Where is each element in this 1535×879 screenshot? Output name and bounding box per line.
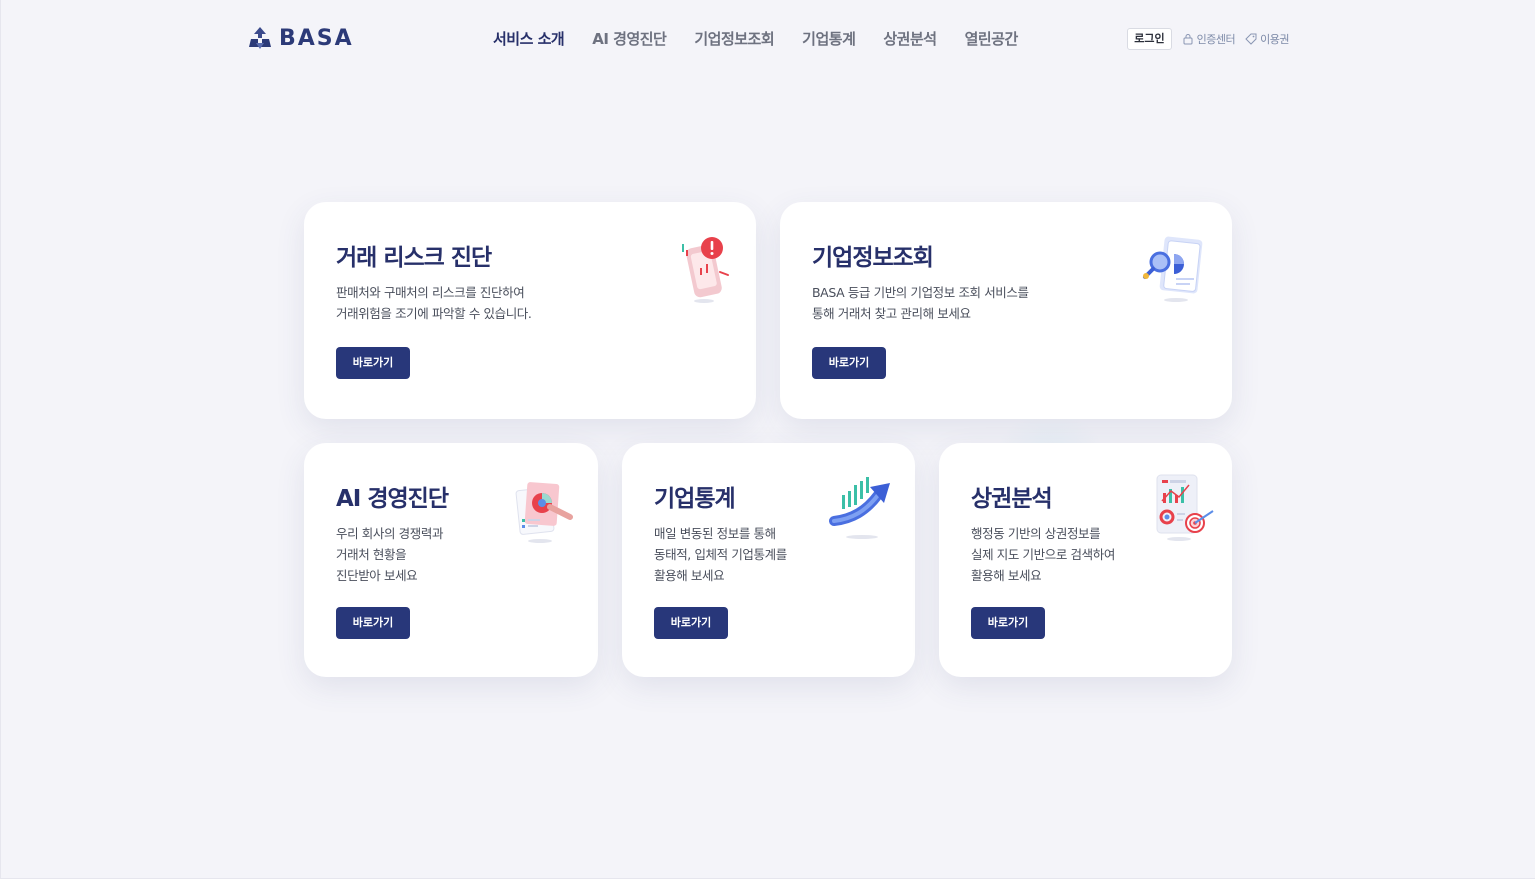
logo-text: BASA (279, 25, 354, 51)
top-header: BASA 서비스 소개 AI 경영진단 기업정보조회 기업통계 상권분석 열린공… (0, 0, 1535, 78)
desc-line: 매일 변동된 정보를 통해 (654, 526, 776, 541)
go-button[interactable]: 바로가기 (971, 607, 1045, 639)
report-chart-icon (515, 482, 573, 543)
nav-company-stats[interactable]: 기업통계 (802, 28, 856, 49)
card-description: 우리 회사의 경쟁력과 거래처 현황을 진단받아 보세요 (336, 523, 443, 586)
nav-service-intro[interactable]: 서비스 소개 (493, 28, 565, 49)
desc-line: 동태적, 입체적 기업통계를 (654, 547, 787, 562)
desc-line: 활용해 보세요 (654, 568, 725, 583)
card-trade-risk: 거래 리스크 진단 판매처와 구매처의 리스크를 진단하여 거래위험을 조기에 … (304, 202, 756, 419)
main-nav: 서비스 소개 AI 경영진단 기업정보조회 기업통계 상권분석 열린공간 (493, 28, 1018, 49)
document-search-icon (1143, 236, 1203, 302)
basa-logo-icon (249, 27, 271, 49)
card-market-analysis: 상권분석 행정동 기반의 상권정보를 실제 지도 기반으로 검색하여 활용해 보… (939, 443, 1232, 677)
nav-ai-diagnosis[interactable]: AI 경영진단 (592, 28, 667, 49)
voucher-link[interactable]: 이용권 (1245, 31, 1289, 47)
card-title: 거래 리스크 진단 (336, 245, 492, 271)
risk-alert-phone-icon (682, 237, 729, 303)
desc-line: 실제 지도 기반으로 검색하여 (971, 547, 1115, 562)
go-button[interactable]: 바로가기 (654, 607, 728, 639)
nav-open-space[interactable]: 열린공간 (965, 28, 1019, 49)
nav-company-info[interactable]: 기업정보조회 (694, 28, 774, 49)
card-description: 매일 변동된 정보를 통해 동태적, 입체적 기업통계를 활용해 보세요 (654, 523, 787, 586)
desc-line: 우리 회사의 경쟁력과 (336, 526, 444, 541)
card-title: 기업통계 (654, 486, 736, 512)
go-button[interactable]: 바로가기 (812, 347, 886, 379)
utility-links: 로그인 인증센터 이용권 (1127, 28, 1289, 50)
target-dashboard-icon (1156, 474, 1214, 541)
desc-line: 거래위험을 조기에 파악할 수 있습니다. (336, 306, 532, 321)
login-button[interactable]: 로그인 (1127, 28, 1172, 50)
desc-line: 거래처 현황을 (336, 547, 407, 562)
card-company-info: 기업정보조회 BASA 등급 기반의 기업정보 조회 서비스를 통해 거래처 찾… (780, 202, 1232, 419)
desc-line: 통해 거래처 찾고 관리해 보세요 (812, 306, 971, 321)
desc-line: 행정동 기반의 상권정보를 (971, 526, 1101, 541)
card-title: 상권분석 (971, 486, 1053, 512)
voucher-label: 이용권 (1260, 33, 1289, 46)
tag-icon (1245, 33, 1257, 45)
brand-logo[interactable]: BASA (247, 25, 354, 51)
desc-line: BASA 등급 기반의 기업정보 조회 서비스를 (812, 285, 1029, 300)
go-button[interactable]: 바로가기 (336, 607, 410, 639)
cert-center-link[interactable]: 인증센터 (1182, 31, 1236, 47)
card-title: 기업정보조회 (812, 245, 934, 271)
desc-line: 판매처와 구매처의 리스크를 진단하여 (336, 285, 525, 300)
card-company-stats: 기업통계 매일 변동된 정보를 통해 동태적, 입체적 기업통계를 활용해 보세… (622, 443, 915, 677)
nav-market-analysis[interactable]: 상권분석 (883, 28, 937, 49)
page-frame (0, 0, 1535, 879)
cert-center-label: 인증센터 (1196, 33, 1236, 46)
card-ai-diagnosis: AI 경영진단 우리 회사의 경쟁력과 거래처 현황을 진단받아 보세요 바로가… (304, 443, 598, 677)
card-description: BASA 등급 기반의 기업정보 조회 서비스를 통해 거래처 찾고 관리해 보… (812, 282, 1029, 324)
desc-line: 진단받아 보세요 (336, 568, 418, 583)
card-description: 행정동 기반의 상권정보를 실제 지도 기반으로 검색하여 활용해 보세요 (971, 523, 1115, 586)
go-button[interactable]: 바로가기 (336, 347, 410, 379)
lock-icon (1183, 34, 1193, 45)
card-title: AI 경영진단 (336, 486, 449, 512)
desc-line: 활용해 보세요 (971, 568, 1042, 583)
growth-arrow-chart-icon (829, 477, 890, 539)
card-description: 판매처와 구매처의 리스크를 진단하여 거래위험을 조기에 파악할 수 있습니다… (336, 282, 532, 324)
